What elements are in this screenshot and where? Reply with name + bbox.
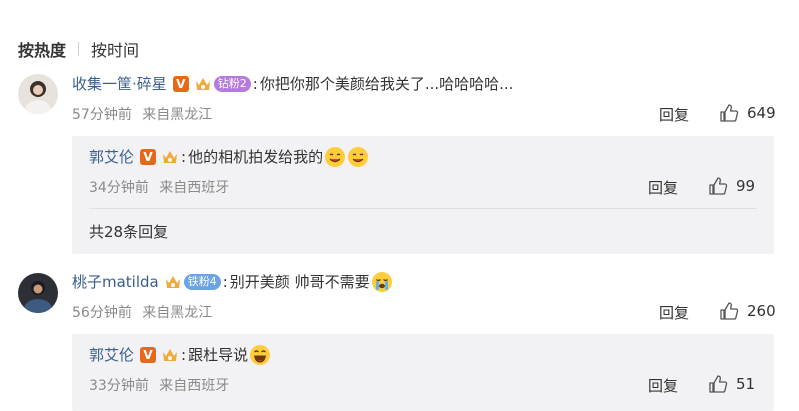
like-count: 51 xyxy=(736,375,756,393)
reply-location: 来自西班牙 xyxy=(159,378,230,394)
reply-button[interactable]: 回复 xyxy=(648,375,678,396)
comment-username[interactable]: 桃子matilda xyxy=(72,271,159,293)
avatar[interactable] xyxy=(18,74,58,114)
like-button[interactable]: 260 xyxy=(719,301,776,321)
reply-label: 回复 xyxy=(659,304,690,322)
colon: : xyxy=(222,273,228,291)
comment-username[interactable]: 收集一筐·碎星 xyxy=(72,73,167,95)
avatar[interactable] xyxy=(18,273,58,313)
reply-time: 33分钟前 xyxy=(89,378,149,394)
reply-button[interactable]: 回复 xyxy=(659,302,689,323)
crying-emoji-icon xyxy=(371,272,392,292)
comment-time: 57分钟前 xyxy=(72,107,132,123)
reply-text-line: 郭艾伦 V : 跟杜导说 xyxy=(89,344,271,366)
colon: : xyxy=(252,75,258,93)
fan-crown-icon xyxy=(163,151,178,163)
comment-time: 56分钟前 xyxy=(72,305,132,321)
comment-text-line: 收集一筐·碎星 V 钻粉2 : 你把你那个美颜给我关了...哈哈哈哈... xyxy=(72,73,513,95)
thumbs-up-icon xyxy=(709,375,728,393)
like-count: 99 xyxy=(736,177,756,195)
reply-username[interactable]: 郭艾伦 xyxy=(89,344,134,366)
fan-level-badge: 铁粉4 xyxy=(183,274,221,290)
like-count: 649 xyxy=(747,104,776,122)
comment-location: 来自黑龙江 xyxy=(142,305,213,321)
colon: : xyxy=(181,148,187,166)
reply-body: 他的相机拍发给我的 xyxy=(188,148,324,166)
reply-button[interactable]: 回复 xyxy=(648,177,678,198)
sort-bar: 按热度 按时间 xyxy=(18,36,139,62)
laugh-emoji-icon xyxy=(250,345,271,365)
sort-by-hot-tab[interactable]: 按热度 xyxy=(18,37,66,61)
fan-crown-icon xyxy=(195,78,210,90)
thumbs-up-icon xyxy=(720,104,739,122)
fan-crown-icon xyxy=(165,276,180,288)
reply-time: 34分钟前 xyxy=(89,180,149,196)
reply-body: 跟杜导说 xyxy=(188,346,249,364)
reply-text-line: 郭艾伦 V : 他的相机拍发给我的 xyxy=(89,146,369,168)
comment-text-line: 桃子matilda 铁粉4 : 别开美颜 帅哥不需要 xyxy=(72,271,393,293)
fan-level-badge: 钻粉2 xyxy=(213,76,251,92)
reply-location: 来自西班牙 xyxy=(159,180,230,196)
like-count: 260 xyxy=(747,302,776,320)
reply-label: 回复 xyxy=(648,179,679,197)
reply-label: 回复 xyxy=(648,377,679,395)
sort-divider xyxy=(78,42,80,56)
yum-emoji-icon xyxy=(325,147,346,167)
comment-meta: 57分钟前 来自黑龙江 xyxy=(72,104,212,124)
verified-v-icon: V xyxy=(172,76,189,92)
thumbs-up-icon xyxy=(709,177,728,195)
fan-crown-icon xyxy=(163,349,178,361)
colon: : xyxy=(181,346,187,364)
verified-v-icon: V xyxy=(140,149,157,165)
like-button[interactable]: 99 xyxy=(708,176,755,196)
reply-meta: 33分钟前 来自西班牙 xyxy=(89,375,229,395)
comment-location: 来自黑龙江 xyxy=(142,107,213,123)
reply-username[interactable]: 郭艾伦 xyxy=(89,146,134,168)
reply-divider xyxy=(89,208,757,209)
verified-v-icon: V xyxy=(140,347,157,363)
comment-body: 别开美颜 帅哥不需要 xyxy=(229,273,370,291)
like-button[interactable]: 51 xyxy=(708,374,755,394)
like-button[interactable]: 649 xyxy=(719,103,776,123)
reply-label: 回复 xyxy=(659,106,690,124)
comment-body: 你把你那个美颜给我关了...哈哈哈哈... xyxy=(259,75,514,93)
more-replies-link[interactable]: 共28条回复 xyxy=(89,221,168,242)
thumbs-up-icon xyxy=(720,302,739,320)
comment-meta: 56分钟前 来自黑龙江 xyxy=(72,302,212,322)
reply-meta: 34分钟前 来自西班牙 xyxy=(89,177,229,197)
yum-emoji-icon xyxy=(348,147,369,167)
reply-button[interactable]: 回复 xyxy=(659,104,689,125)
sort-by-time-tab[interactable]: 按时间 xyxy=(91,37,139,61)
